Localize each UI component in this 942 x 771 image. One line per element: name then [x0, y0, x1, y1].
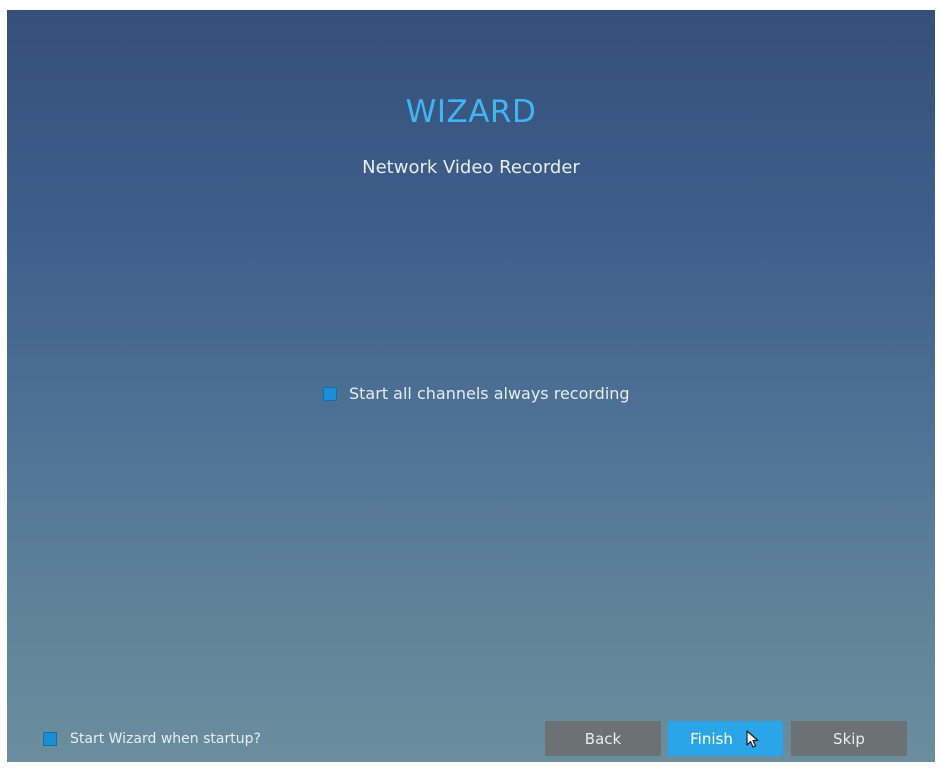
mouse-pointer-icon — [746, 729, 759, 748]
start-wizard-on-startup-option[interactable]: Start Wizard when startup? — [43, 731, 261, 747]
wizard-screen: WIZARD Network Video Recorder Start all … — [7, 10, 935, 762]
start-wizard-on-startup-checkbox[interactable] — [43, 732, 57, 746]
finish-button-label: Finish — [690, 729, 733, 748]
finish-button[interactable]: Finish — [668, 721, 783, 756]
wizard-subtitle: Network Video Recorder — [362, 157, 580, 178]
record-all-channels-label: Start all channels always recording — [349, 384, 630, 403]
back-button[interactable]: Back — [545, 721, 661, 756]
skip-button-label: Skip — [833, 729, 865, 748]
record-all-channels-checkbox[interactable] — [323, 386, 337, 401]
back-button-label: Back — [584, 729, 622, 748]
start-wizard-on-startup-label: Start Wizard when startup? — [70, 731, 261, 747]
wizard-title: WIZARD — [405, 94, 537, 130]
skip-button[interactable]: Skip — [791, 721, 907, 756]
record-all-channels-option[interactable]: Start all channels always recording — [323, 384, 630, 403]
